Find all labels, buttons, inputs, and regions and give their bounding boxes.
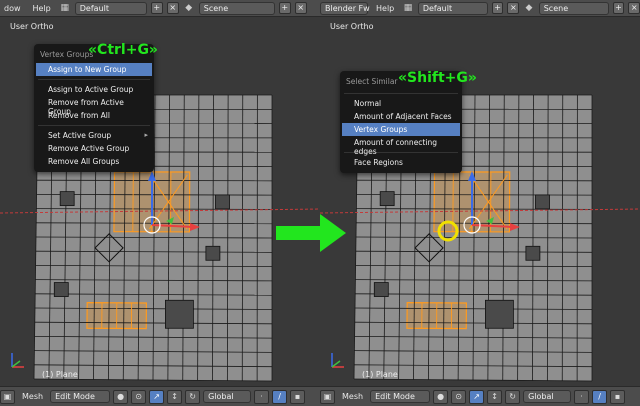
shortcut-label: «Shift+G» bbox=[398, 70, 477, 86]
menu-separator bbox=[38, 125, 150, 126]
shading-icon[interactable]: ● bbox=[433, 389, 449, 404]
menu-item-assign-active-group[interactable]: Assign to Active Group bbox=[34, 83, 154, 96]
menu-separator bbox=[344, 93, 458, 94]
extruded-face[interactable] bbox=[215, 194, 230, 210]
help-menu[interactable]: Help bbox=[29, 4, 55, 13]
delete-scene-button[interactable]: × bbox=[294, 2, 307, 14]
translate-icon[interactable]: ↕ bbox=[167, 389, 183, 404]
scene-icon[interactable]: ◆ bbox=[523, 3, 535, 14]
menu-item-normal[interactable]: Normal bbox=[340, 97, 462, 110]
extruded-face[interactable] bbox=[485, 299, 514, 329]
top-header: Blender Fw Help ▦ Default + × ◆ Scene + … bbox=[320, 0, 640, 17]
orientation-selector[interactable]: Global bbox=[523, 390, 572, 403]
orientation-selector[interactable]: Global bbox=[203, 390, 252, 403]
delete-layout-button[interactable]: × bbox=[166, 2, 179, 14]
mode-selector[interactable]: Edit Mode bbox=[370, 390, 431, 403]
face-select-icon[interactable]: ▪ bbox=[290, 389, 306, 404]
bottom-header: ▣ Mesh Edit Mode ● ⊙ ↗ ↕ ↻ Global · / ▪ bbox=[320, 386, 640, 406]
scene-selector[interactable]: Scene bbox=[538, 1, 609, 15]
screen-layout-icon[interactable]: ▦ bbox=[402, 3, 414, 14]
mode-selector[interactable]: Edit Mode bbox=[50, 390, 111, 403]
add-layout-button[interactable]: + bbox=[491, 2, 504, 14]
vertex-select-icon[interactable]: · bbox=[574, 389, 590, 404]
menu-item-set-active-group[interactable]: Set Active Group ▸ bbox=[34, 129, 154, 142]
mesh-menu[interactable]: Mesh bbox=[338, 392, 367, 401]
object-label: (1) Plane bbox=[42, 370, 78, 379]
delete-scene-button[interactable]: × bbox=[628, 2, 640, 14]
face-select-icon[interactable]: ▪ bbox=[610, 389, 626, 404]
top-header: dow Help ▦ Default + × ◆ Scene + × bbox=[0, 0, 320, 17]
extruded-face[interactable] bbox=[53, 282, 69, 297]
menu-item-assign-new-group[interactable]: Assign to New Group bbox=[36, 63, 152, 76]
scene-icon[interactable]: ◆ bbox=[183, 3, 195, 14]
pivot-icon[interactable]: ⊙ bbox=[451, 389, 467, 404]
axis-gizmo-icon bbox=[331, 353, 344, 368]
render-engine-selector[interactable]: Blender Fw bbox=[320, 1, 370, 15]
add-scene-button[interactable]: + bbox=[612, 2, 625, 14]
right-panel: Blender Fw Help ▦ Default + × ◆ Scene + … bbox=[320, 0, 640, 406]
axis-gizmo-icon bbox=[11, 353, 24, 368]
submenu-arrow-icon: ▸ bbox=[144, 131, 148, 139]
extruded-face[interactable] bbox=[525, 245, 541, 261]
extruded-face[interactable] bbox=[59, 191, 75, 207]
extruded-face[interactable] bbox=[535, 194, 550, 210]
select-similar-menu: Select Similar Normal Amount of Adjacent… bbox=[340, 71, 462, 173]
edge-select-icon[interactable]: / bbox=[592, 389, 608, 404]
menu-separator bbox=[38, 79, 150, 80]
rotate-icon[interactable]: ↻ bbox=[185, 389, 201, 404]
window-menu[interactable]: dow bbox=[0, 4, 25, 13]
scene-selector[interactable]: Scene bbox=[198, 1, 275, 15]
add-scene-button[interactable]: + bbox=[278, 2, 291, 14]
menu-item-adjacent-faces[interactable]: Amount of Adjacent Faces bbox=[340, 110, 462, 123]
menu-item-vertex-groups[interactable]: Vertex Groups bbox=[342, 123, 460, 136]
menu-item-remove-active-group[interactable]: Remove Active Group bbox=[34, 142, 154, 155]
layout-selector[interactable]: Default bbox=[417, 1, 488, 15]
left-panel: dow Help ▦ Default + × ◆ Scene + × User … bbox=[0, 0, 320, 406]
editor-type-icon[interactable]: ▣ bbox=[0, 389, 15, 404]
menu-item-remove-all-groups[interactable]: Remove All Groups bbox=[34, 155, 154, 168]
extruded-face[interactable] bbox=[205, 245, 221, 261]
help-menu[interactable]: Help bbox=[372, 4, 398, 13]
menu-item-remove-from-active-group[interactable]: Remove from Active Group bbox=[34, 96, 154, 116]
object-label: (1) Plane bbox=[362, 370, 398, 379]
translate-icon[interactable]: ↕ bbox=[487, 389, 503, 404]
viewport-label: User Ortho bbox=[10, 22, 54, 31]
rotate-icon[interactable]: ↻ bbox=[505, 389, 521, 404]
menu-item-connecting-edges[interactable]: Amount of connecting edges bbox=[340, 136, 462, 156]
transition-arrow-icon bbox=[276, 214, 346, 252]
vertex-select-icon[interactable]: · bbox=[254, 389, 270, 404]
shortcut-label: «Ctrl+G» bbox=[88, 42, 158, 58]
3d-viewport[interactable]: User Ortho (1) Plane Vertex Groups Assig… bbox=[0, 17, 320, 387]
menu-item-label: Set Active Group bbox=[48, 131, 112, 140]
menu-item-remove-from-all[interactable]: Remove from All bbox=[34, 109, 154, 122]
bottom-header: ▣ Mesh Edit Mode ● ⊙ ↗ ↕ ↻ Global · / ▪ bbox=[0, 386, 320, 406]
menu-item-face-regions[interactable]: Face Regions bbox=[340, 156, 462, 169]
manipulator-icon[interactable]: ↗ bbox=[149, 389, 165, 404]
vertex-groups-menu: Vertex Groups Assign to New Group Assign… bbox=[34, 44, 154, 172]
shading-icon[interactable]: ● bbox=[113, 389, 129, 404]
edge-select-icon[interactable]: / bbox=[272, 389, 288, 404]
screen-layout-icon[interactable]: ▦ bbox=[59, 3, 71, 14]
layout-selector[interactable]: Default bbox=[74, 1, 147, 15]
pivot-icon[interactable]: ⊙ bbox=[131, 389, 147, 404]
extruded-face[interactable] bbox=[379, 191, 395, 207]
delete-layout-button[interactable]: × bbox=[507, 2, 520, 14]
editor-type-icon[interactable]: ▣ bbox=[320, 389, 335, 404]
add-layout-button[interactable]: + bbox=[150, 2, 163, 14]
extruded-face[interactable] bbox=[165, 299, 194, 329]
mesh-menu[interactable]: Mesh bbox=[18, 392, 47, 401]
manipulator-icon[interactable]: ↗ bbox=[469, 389, 485, 404]
extruded-face[interactable] bbox=[373, 282, 389, 297]
viewport-label: User Ortho bbox=[330, 22, 374, 31]
3d-viewport[interactable]: User Ortho (1) Plane Select Similar Norm… bbox=[320, 17, 640, 387]
